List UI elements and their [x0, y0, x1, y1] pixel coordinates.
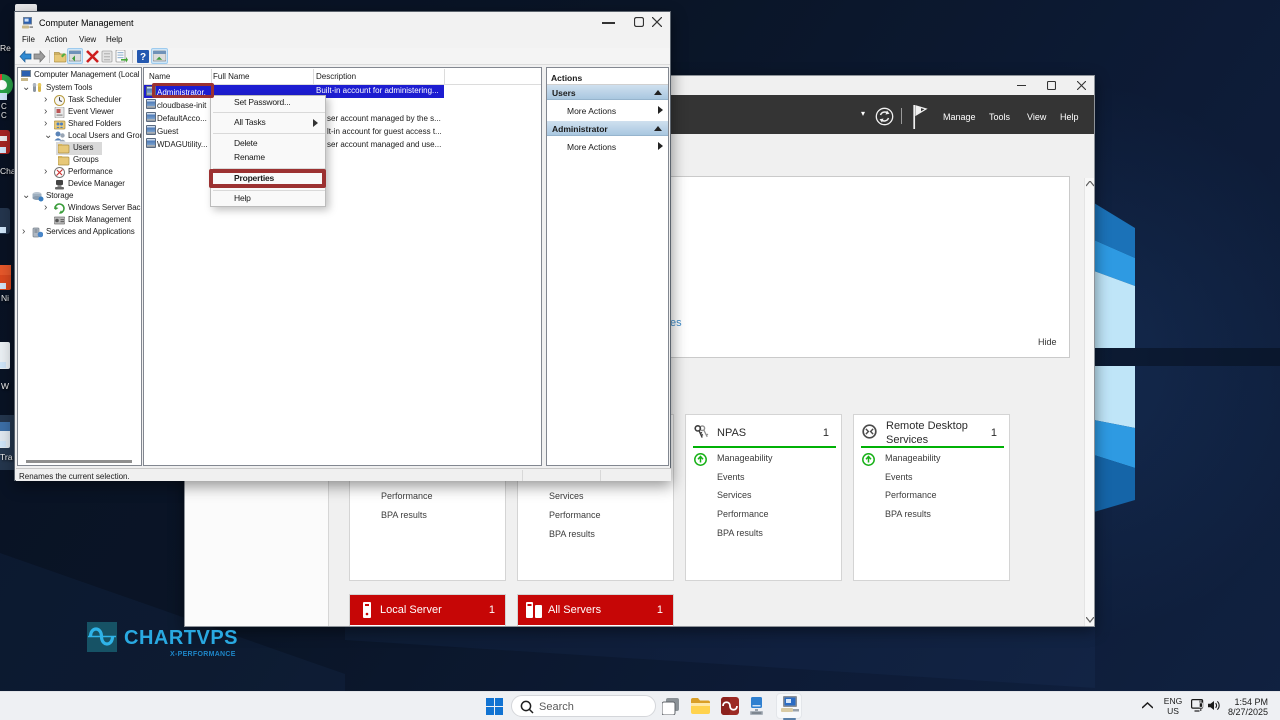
svg-text:X-PERFORMANCE: X-PERFORMANCE: [170, 651, 236, 658]
svg-text:?: ?: [140, 52, 146, 63]
svg-text:CHARTVPS: CHARTVPS: [124, 627, 238, 649]
